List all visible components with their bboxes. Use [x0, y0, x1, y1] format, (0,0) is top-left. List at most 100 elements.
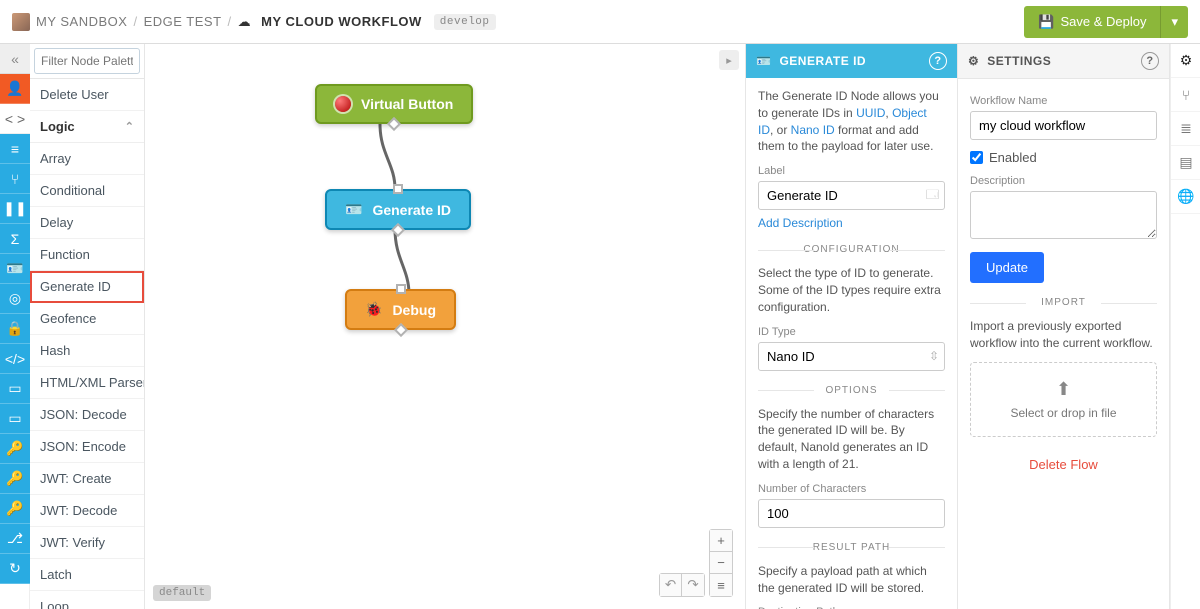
- palette-item[interactable]: Conditional: [30, 175, 144, 207]
- virtual-button-dot-icon: [335, 96, 351, 112]
- palette-item[interactable]: Hash: [30, 335, 144, 367]
- dropzone-label: Select or drop in file: [1010, 406, 1116, 420]
- section-result: RESULT PATH: [758, 542, 945, 553]
- zoom-in-button[interactable]: +: [710, 530, 732, 552]
- result-desc: Specify a payload path at which the gene…: [758, 563, 945, 597]
- import-desc: Import a previously exported workflow in…: [970, 318, 1157, 352]
- node-intro: The Generate ID Node allows you to gener…: [758, 88, 945, 155]
- breadcrumb-sandbox[interactable]: MY SANDBOX: [36, 14, 127, 29]
- cloud-icon: ☁: [238, 14, 252, 30]
- node-debug[interactable]: 🐞 Debug: [345, 289, 456, 330]
- node-label: Generate ID: [372, 202, 451, 218]
- panel-title: SETTINGS: [987, 54, 1051, 68]
- save-deploy-button[interactable]: 💾 Save & Deploy: [1024, 6, 1160, 38]
- settings-header: ⚙ SETTINGS ?: [958, 44, 1169, 79]
- label-input[interactable]: [758, 181, 945, 210]
- rail-settings-icon[interactable]: ⚙: [1171, 44, 1200, 78]
- settings-panel: ⚙ SETTINGS ? Workflow Name Enabled Descr…: [958, 44, 1170, 609]
- rail-storage-icon[interactable]: ≣: [1171, 112, 1200, 146]
- template-icon[interactable]: 🗔: [926, 185, 939, 206]
- rail-json-decode-icon[interactable]: ▭: [0, 374, 30, 404]
- zoom-out-button[interactable]: −: [710, 552, 732, 574]
- palette-item[interactable]: JWT: Decode: [30, 495, 144, 527]
- palette-item[interactable]: Latch: [30, 559, 144, 591]
- configuration-desc: Select the type of ID to generate. Some …: [758, 265, 945, 315]
- workflow-canvas[interactable]: ▸ Virtual Button 🪪 Generate ID 🐞 Debug d…: [145, 44, 746, 609]
- upload-icon: ⬆: [987, 379, 1140, 400]
- id-type-select[interactable]: Nano ID: [758, 342, 945, 371]
- rail-htmlxml-icon[interactable]: </>: [0, 344, 30, 374]
- rail-generate-id-icon[interactable]: 🪪: [0, 254, 30, 284]
- rail-delay-icon[interactable]: ❚❚: [0, 194, 30, 224]
- breadcrumb-workflow[interactable]: MY CLOUD WORKFLOW: [261, 14, 422, 29]
- collapse-sidebar-button[interactable]: «: [0, 44, 30, 74]
- rail-array-icon[interactable]: ≡: [0, 134, 30, 164]
- import-dropzone[interactable]: ⬆ Select or drop in file: [970, 362, 1157, 437]
- help-icon[interactable]: ?: [929, 52, 947, 70]
- rail-jwt-decode-icon[interactable]: 🔑: [0, 464, 30, 494]
- rail-branch-icon[interactable]: ⑂: [1171, 78, 1200, 112]
- palette-item[interactable]: Generate ID: [30, 271, 144, 303]
- zoom-fit-button[interactable]: ≡: [710, 574, 732, 596]
- palette-item[interactable]: JWT: Verify: [30, 527, 144, 559]
- enabled-row[interactable]: Enabled: [970, 150, 1157, 165]
- id-icon: 🪪: [756, 54, 771, 68]
- left-rail: « 👤 < > ≡ ⑂ ❚❚ Σ 🪪 ◎ 🔒 </> ▭ ▭ 🔑 🔑 🔑 ⎇ ↻: [0, 44, 30, 609]
- panel-title: GENERATE ID: [779, 54, 866, 68]
- palette-item[interactable]: JSON: Decode: [30, 399, 144, 431]
- nanoid-link[interactable]: Nano ID: [791, 123, 835, 137]
- rail-globe-icon[interactable]: 🌐: [1171, 180, 1200, 214]
- node-virtual-button[interactable]: Virtual Button: [315, 84, 473, 124]
- rail-metrics-icon[interactable]: ▤: [1171, 146, 1200, 180]
- palette-item[interactable]: Function: [30, 239, 144, 271]
- palette-item[interactable]: Delay: [30, 207, 144, 239]
- rail-json-encode-icon[interactable]: ▭: [0, 404, 30, 434]
- palette-item[interactable]: JWT: Create: [30, 463, 144, 495]
- avatar[interactable]: [12, 13, 30, 31]
- rail-logic-icon[interactable]: < >: [0, 104, 30, 134]
- breadcrumb-project[interactable]: EDGE TEST: [144, 14, 222, 29]
- node-port-in[interactable]: [393, 184, 403, 194]
- palette-item[interactable]: Geofence: [30, 303, 144, 335]
- workflow-name-input[interactable]: [970, 111, 1157, 140]
- rail-geofence-icon[interactable]: ◎: [0, 284, 30, 314]
- rail-user-icon[interactable]: 👤: [0, 74, 30, 104]
- description-input[interactable]: [970, 191, 1157, 239]
- palette-item[interactable]: HTML/XML Parser: [30, 367, 144, 399]
- save-icon: 💾: [1038, 14, 1054, 30]
- add-description-link[interactable]: Add Description: [758, 216, 843, 230]
- palette-group-logic[interactable]: Logic ⌃: [30, 111, 144, 143]
- redo-button[interactable]: ↷: [682, 574, 704, 596]
- section-options: OPTIONS: [758, 385, 945, 396]
- palette-item-delete-user[interactable]: Delete User: [30, 79, 144, 111]
- bug-icon: 🐞: [365, 301, 382, 318]
- delete-flow-link[interactable]: Delete Flow: [970, 457, 1157, 472]
- gear-icon: ⚙: [968, 54, 979, 68]
- app-header: MY SANDBOX / EDGE TEST / ☁ MY CLOUD WORK…: [0, 0, 1200, 44]
- rail-loop-icon[interactable]: ↻: [0, 554, 30, 584]
- options-desc: Specify the number of characters the gen…: [758, 406, 945, 473]
- palette-item[interactable]: Loop: [30, 591, 144, 609]
- undo-button[interactable]: ↶: [660, 574, 682, 596]
- palette-group-label: Logic: [40, 119, 75, 134]
- num-chars-input[interactable]: [758, 499, 945, 528]
- rail-hash-icon[interactable]: 🔒: [0, 314, 30, 344]
- enabled-label: Enabled: [989, 150, 1037, 165]
- node-port-in[interactable]: [396, 284, 406, 294]
- save-deploy-caret[interactable]: ▾: [1160, 6, 1188, 38]
- palette-item[interactable]: JSON: Encode: [30, 431, 144, 463]
- rail-jwt-create-icon[interactable]: 🔑: [0, 434, 30, 464]
- node-generate-id[interactable]: 🪪 Generate ID: [325, 189, 471, 230]
- palette-item[interactable]: Array: [30, 143, 144, 175]
- enabled-checkbox[interactable]: [970, 151, 983, 164]
- filter-input[interactable]: [34, 48, 140, 74]
- rail-jwt-verify-icon[interactable]: 🔑: [0, 494, 30, 524]
- branch-tag[interactable]: develop: [434, 14, 496, 30]
- right-rail: ⚙ ⑂ ≣ ▤ 🌐: [1170, 44, 1200, 609]
- rail-conditional-icon[interactable]: ⑂: [0, 164, 30, 194]
- rail-function-icon[interactable]: Σ: [0, 224, 30, 254]
- help-icon[interactable]: ?: [1141, 52, 1159, 70]
- rail-latch-icon[interactable]: ⎇: [0, 524, 30, 554]
- uuid-link[interactable]: UUID: [856, 106, 885, 120]
- update-button[interactable]: Update: [970, 252, 1044, 283]
